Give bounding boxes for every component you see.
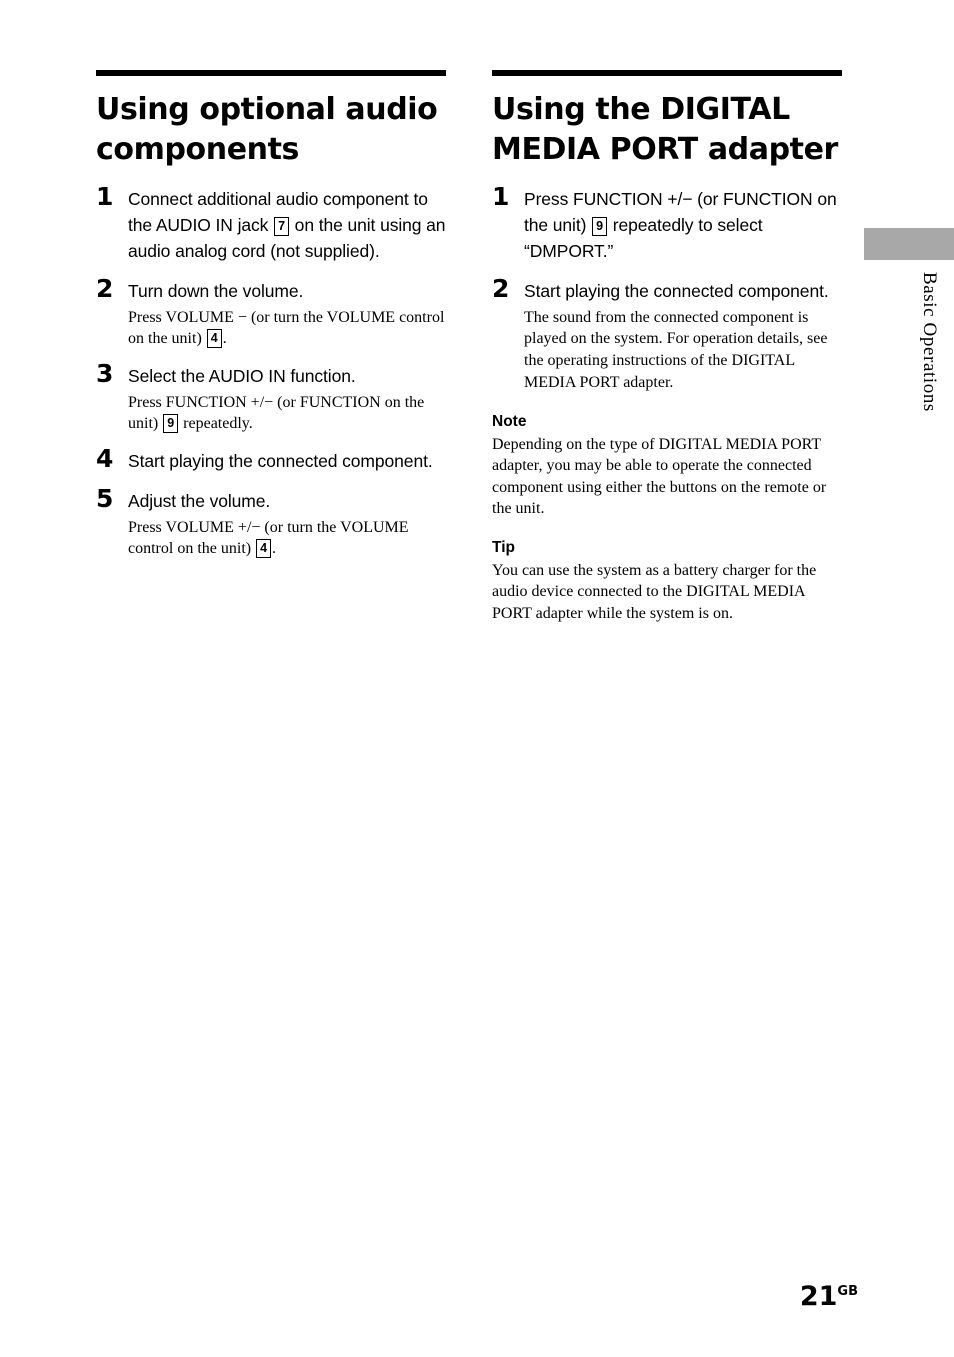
right-step-1: 1 Press FUNCTION +/− (or FUNCTION on the… [492, 182, 842, 265]
left-step-1: 1 Connect additional audio component to … [96, 182, 446, 265]
boxed-number-9: 9 [163, 414, 179, 434]
left-section-title: Using optional audio components [96, 92, 438, 167]
right-step-2: 2 Start playing the connected component.… [492, 273, 842, 393]
step-heading: Start playing the connected component. [128, 451, 433, 472]
note-heading: Note [492, 413, 527, 431]
step-body: Press VOLUME − (or turn the VOLUME contr… [128, 307, 446, 350]
step-body: The sound from the connected component i… [524, 308, 828, 391]
step-body: Press FUNCTION +/− (or FUNCTION on the u… [128, 392, 446, 435]
left-column: Using optional audio components 1 Connec… [96, 70, 446, 574]
page-number-suffix: GB [837, 1284, 858, 1299]
step-heading: Turn down the volume. [128, 280, 304, 301]
page-number: 21GB [800, 1283, 858, 1310]
step-number: 2 [96, 273, 114, 303]
step-heading: Start playing the connected component. [524, 280, 829, 301]
step-number: 1 [492, 182, 510, 212]
step-number: 5 [96, 483, 114, 513]
boxed-number-7: 7 [274, 217, 289, 237]
step-number: 2 [492, 273, 510, 303]
boxed-number-4: 4 [256, 539, 272, 559]
left-step-4: 4 Start playing the connected component. [96, 444, 446, 475]
step-body-before: Press VOLUME − (or turn the VOLUME contr… [128, 308, 445, 348]
step-number: 1 [96, 182, 114, 212]
manual-page: Using optional audio components 1 Connec… [0, 0, 954, 1357]
side-tab-label: Basic Operations [919, 272, 940, 412]
boxed-number-9: 9 [592, 217, 607, 237]
step-body-after: . [222, 330, 227, 348]
left-step-5: 5 Adjust the volume. Press VOLUME +/− (o… [96, 483, 446, 560]
step-body-after: . [272, 540, 277, 558]
step-heading: Press FUNCTION +/− (or FUNCTION on the u… [524, 187, 842, 265]
step-number: 4 [96, 444, 114, 474]
boxed-number-4: 4 [206, 329, 222, 349]
page-number-value: 21 [799, 1281, 838, 1312]
tip-heading: Tip [492, 539, 515, 557]
right-column: Using the DIGITAL MEDIA PORT adapter 1 P… [492, 70, 842, 624]
step-body-after: repeatedly. [179, 415, 253, 433]
step-heading: Adjust the volume. [128, 490, 271, 511]
section-rule-right [492, 70, 842, 76]
left-step-3: 3 Select the AUDIO IN function. Press FU… [96, 358, 446, 435]
step-body: Press VOLUME +/− (or turn the VOLUME con… [128, 517, 446, 560]
step-heading: Select the AUDIO IN function. [128, 365, 356, 386]
step-heading: Connect additional audio component to th… [128, 187, 446, 265]
note-callout: Note Depending on the type of DIGITAL ME… [492, 413, 842, 519]
tip-text: You can use the system as a battery char… [492, 562, 817, 622]
side-tab-marker [864, 228, 954, 260]
note-text: Depending on the type of DIGITAL MEDIA P… [492, 436, 827, 517]
left-step-2: 2 Turn down the volume. Press VOLUME − (… [96, 273, 446, 350]
tip-callout: Tip You can use the system as a battery … [492, 539, 842, 624]
right-section-title: Using the DIGITAL MEDIA PORT adapter [492, 92, 838, 167]
step-number: 3 [96, 358, 114, 388]
section-rule-left [96, 70, 446, 76]
